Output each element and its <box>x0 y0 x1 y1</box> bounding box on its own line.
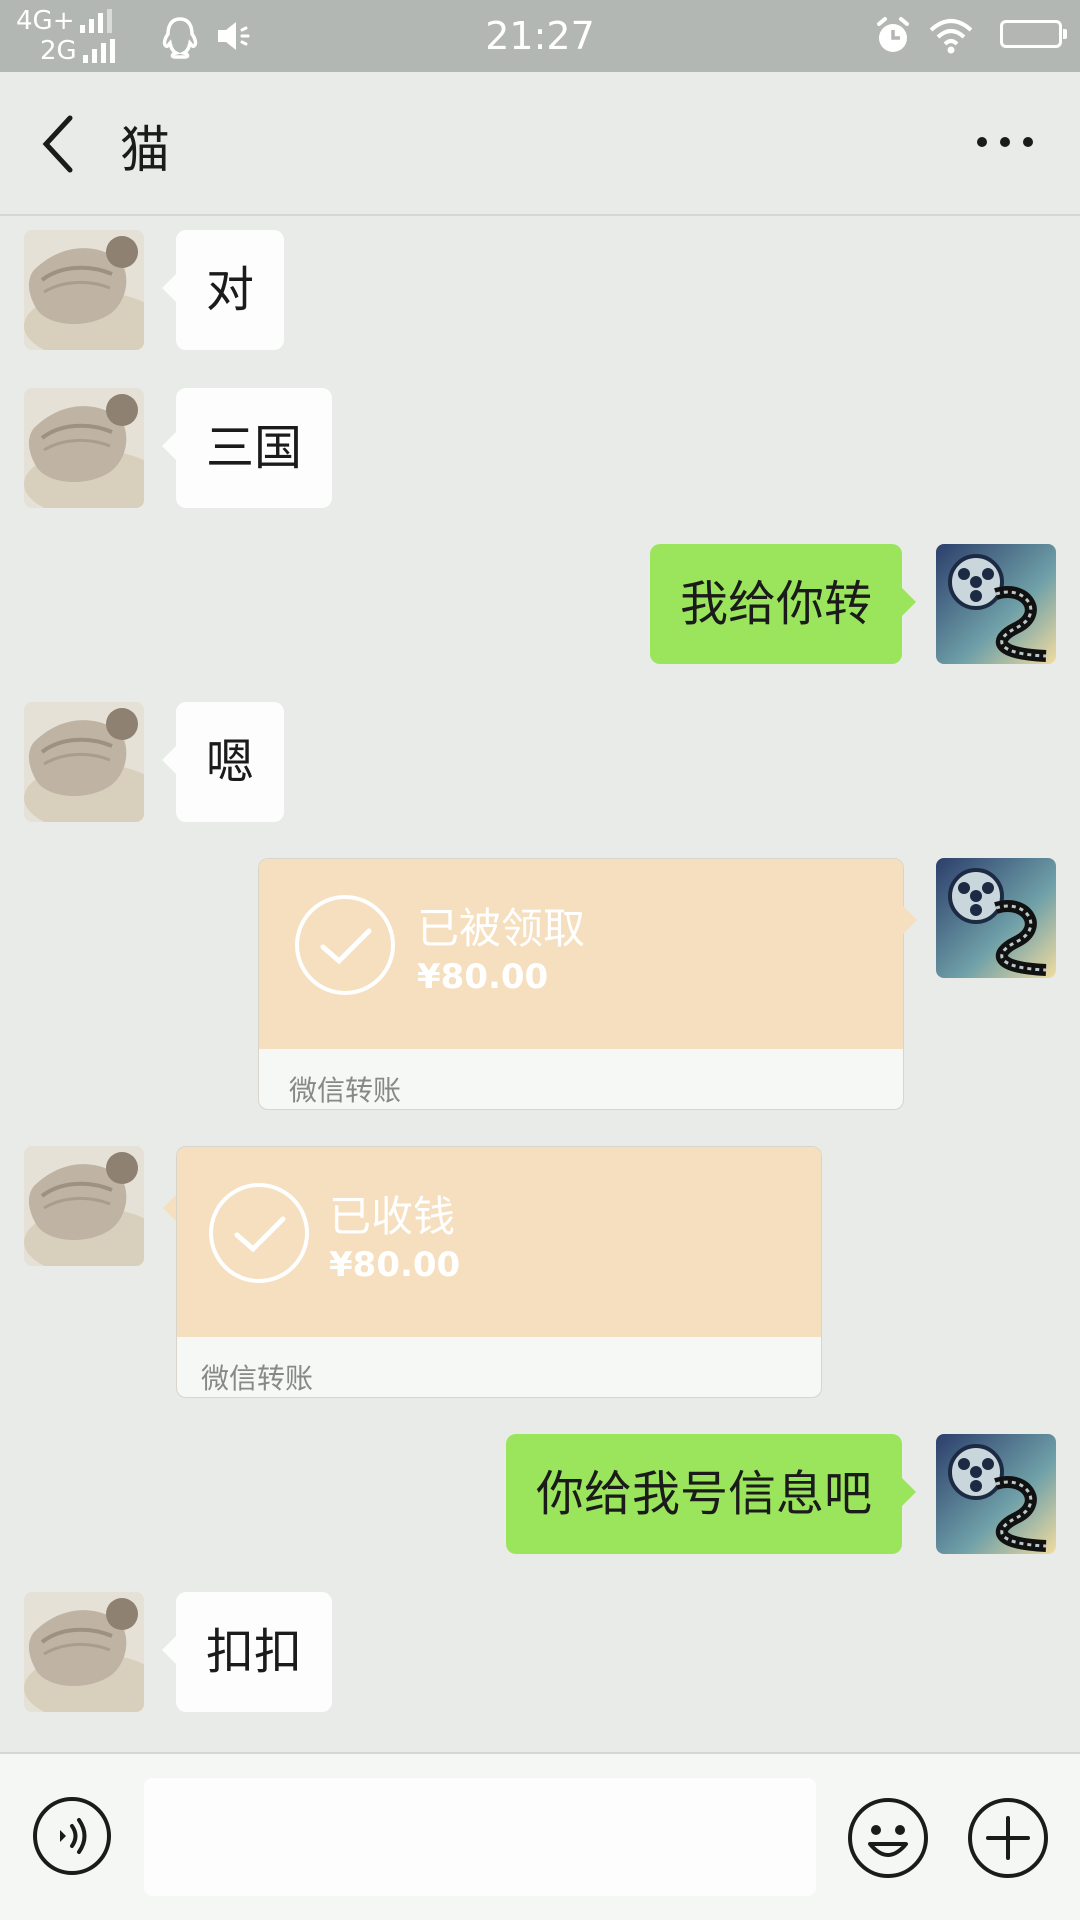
transfer-card[interactable]: 已被领取 ¥80.00 微信转账 <box>258 858 904 1110</box>
chat-message-list[interactable]: 对 三国 我给你转 嗯 已被领取 ¥80.00 微信转账 已收钱 ¥80.00 … <box>0 216 1080 1752</box>
bubble-tail <box>903 906 917 934</box>
alarm-icon <box>877 17 909 52</box>
status-bar: 4G+ 2G 21:27 <box>0 0 1080 72</box>
message-input[interactable] <box>144 1778 816 1896</box>
contact-avatar[interactable] <box>24 702 144 822</box>
battery-icon <box>1000 20 1067 48</box>
transfer-card[interactable]: 已收钱 ¥80.00 微信转账 <box>176 1146 822 1398</box>
input-bar <box>0 1752 1080 1920</box>
message-incoming: 已收钱 ¥80.00 微信转账 <box>0 1146 1080 1398</box>
message-incoming: 对 <box>0 230 1080 352</box>
contact-avatar[interactable] <box>24 1146 144 1266</box>
message-bubble[interactable]: 我给你转 <box>649 544 917 664</box>
transfer-amount: ¥80.00 <box>417 957 549 997</box>
transfer-status: 已被领取 <box>417 904 586 953</box>
message-incoming: 嗯 <box>0 702 1080 824</box>
my-avatar[interactable] <box>936 544 1056 664</box>
my-avatar[interactable] <box>936 1434 1056 1554</box>
message-outgoing: 已被领取 ¥80.00 微信转账 <box>0 858 1080 1110</box>
wifi-icon <box>929 19 973 54</box>
contact-avatar[interactable] <box>24 1592 144 1712</box>
message-incoming: 三国 <box>0 388 1080 510</box>
chat-title: 猫 <box>120 121 170 179</box>
transfer-footer: 微信转账 <box>201 1362 314 1395</box>
bubble-tail <box>163 1194 177 1222</box>
message-outgoing: 你给我号信息吧 <box>0 1434 1080 1556</box>
plus-icon[interactable] <box>966 1796 1050 1880</box>
message-bubble[interactable]: 你给我号信息吧 <box>505 1434 917 1554</box>
more-dots-icon[interactable] <box>970 122 1040 162</box>
back-chevron-icon[interactable] <box>30 108 90 180</box>
message-bubble[interactable]: 对 <box>161 230 285 350</box>
emoji-icon[interactable] <box>846 1796 930 1880</box>
status-time: 21:27 <box>485 14 595 58</box>
message-bubble[interactable]: 嗯 <box>161 702 285 822</box>
transfer-status: 已收钱 <box>329 1192 456 1241</box>
message-incoming: 扣扣 <box>0 1592 1080 1714</box>
check-circle-icon <box>209 1183 309 1283</box>
my-avatar[interactable] <box>936 858 1056 978</box>
chat-header: 猫 <box>0 72 1080 216</box>
message-outgoing: 我给你转 <box>0 544 1080 666</box>
contact-avatar[interactable] <box>24 230 144 350</box>
message-bubble[interactable]: 三国 <box>161 388 333 508</box>
check-circle-icon <box>295 895 395 995</box>
voice-icon[interactable] <box>32 1796 112 1876</box>
transfer-amount: ¥80.00 <box>329 1245 461 1285</box>
transfer-footer: 微信转账 <box>289 1074 402 1107</box>
contact-avatar[interactable] <box>24 388 144 508</box>
message-bubble[interactable]: 扣扣 <box>161 1592 333 1712</box>
